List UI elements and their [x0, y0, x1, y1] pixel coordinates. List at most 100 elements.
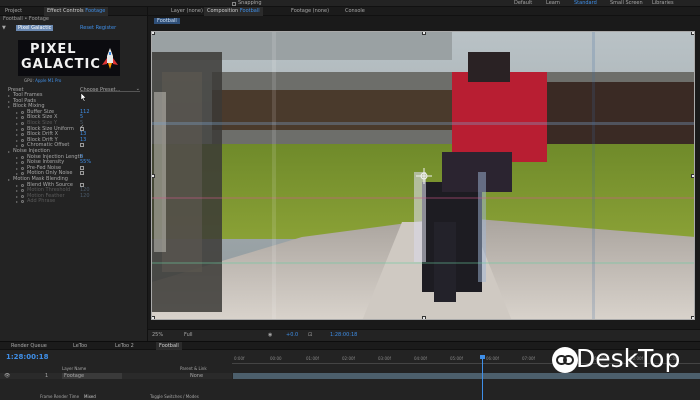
tab-layer[interactable]: Layer (none) [168, 7, 206, 16]
twirl-arrow-icon[interactable]: ▸ [8, 104, 10, 109]
stopwatch-icon[interactable] [21, 183, 24, 187]
twirl-arrow-icon[interactable]: ▸ [16, 183, 18, 188]
timeline-timecode[interactable]: 1:28:00:18 [6, 353, 49, 361]
twirl-arrow-icon[interactable]: ▸ [16, 115, 18, 120]
layer-row[interactable]: 👁 1 Footage None [0, 373, 232, 379]
preset-dropdown[interactable]: Choose Preset... ⌄ [80, 86, 140, 93]
effect-param-checkbox[interactable] [80, 171, 84, 176]
col-parent-link[interactable]: Parent & Link [180, 366, 207, 371]
tab-console[interactable]: Console [342, 7, 368, 16]
effect-param-checkbox[interactable] [80, 165, 84, 170]
stopwatch-icon[interactable] [21, 127, 24, 131]
tab-letoo-2[interactable]: LeToo 2 [112, 342, 137, 350]
transform-handle[interactable] [422, 32, 426, 35]
toggle-switches-button[interactable]: Toggle Switches / Modes [150, 394, 199, 399]
stopwatch-icon[interactable] [21, 200, 24, 204]
twirl-arrow-icon[interactable]: ▸ [16, 155, 18, 160]
layer-name[interactable]: Footage [62, 373, 122, 379]
workspace-learn[interactable]: Learn [546, 0, 560, 7]
stopwatch-icon[interactable] [21, 155, 24, 159]
tab-render-queue[interactable]: Render Queue [8, 342, 50, 350]
comp-subtab-football[interactable]: Football [154, 18, 180, 24]
twirl-arrow-icon[interactable]: ▸ [16, 138, 18, 143]
effect-param-row[interactable]: ▸ Blend With Source [0, 182, 146, 188]
twirl-arrow-icon[interactable]: ▸ [8, 177, 10, 182]
twirl-arrow-icon[interactable]: ▸ [16, 132, 18, 137]
tab-project[interactable]: Project [2, 7, 25, 16]
composition-label: Composition [207, 8, 239, 14]
workspace-small-screen[interactable]: Small Screen [610, 0, 643, 7]
tab-footage[interactable]: Footage (none) [288, 7, 332, 16]
effect-param-row[interactable]: ▸ Block Drift Y 13 [0, 137, 146, 143]
stopwatch-icon[interactable] [21, 122, 24, 125]
resolution-select[interactable]: Full [184, 332, 193, 339]
tab-effect-controls[interactable]: Effect Controls Footage [44, 7, 109, 16]
viewer-timecode[interactable]: 1:28:00:18 [330, 332, 357, 339]
effect-param-value[interactable]: 55% [80, 160, 91, 165]
exposure-value[interactable]: +0.0 [286, 332, 298, 339]
col-layer-name[interactable]: Layer Name [62, 366, 86, 371]
twirl-arrow-icon[interactable]: ▸ [8, 149, 10, 154]
stopwatch-icon[interactable] [21, 194, 24, 198]
effect-param-row[interactable]: ▸ Noise Injection Length 0 [0, 154, 146, 160]
twirl-arrow-icon[interactable]: ▸ [16, 188, 18, 193]
effect-param-row[interactable]: ▸ Block Size X5 [0, 115, 146, 121]
snapshot-icon[interactable]: ⊡ [308, 332, 312, 339]
twirl-arrow-icon[interactable]: ▸ [8, 99, 10, 104]
tab-composition[interactable]: Composition Football [204, 7, 263, 16]
twirl-arrow-icon[interactable]: ▸ [16, 166, 18, 171]
effect-param-checkbox[interactable] [80, 125, 84, 131]
stopwatch-icon[interactable] [21, 172, 24, 176]
effect-param-row[interactable]: ▸ Block Drift X 13 [0, 132, 146, 138]
tab-football-timeline[interactable]: Football [156, 342, 182, 350]
fx-reset-link[interactable]: Reset [80, 25, 94, 31]
workspace-default[interactable]: Default [514, 0, 532, 7]
effect-param-checkbox[interactable] [80, 143, 84, 148]
twirl-arrow-icon[interactable]: ▸ [16, 127, 18, 132]
effect-param-row[interactable]: ▸ Motion Mask Blending [0, 177, 146, 183]
stopwatch-icon[interactable] [21, 116, 24, 120]
twirl-arrow-icon[interactable]: ▸ [16, 110, 18, 115]
twirl-arrow-icon[interactable]: ▸ [8, 93, 10, 98]
snapping-toggle[interactable]: Snapping [232, 0, 262, 7]
twirl-arrow-icon[interactable]: ▸ [16, 121, 18, 126]
composition-viewer[interactable] [151, 31, 695, 320]
effect-param-row[interactable]: ▸ Block Mixing [0, 104, 146, 110]
stopwatch-icon[interactable] [21, 166, 24, 170]
effect-name[interactable]: Pixel Galactic [16, 25, 54, 31]
effect-param-row[interactable]: ▸ Buffer Size 112 [0, 109, 146, 115]
effect-param-row[interactable]: ▸ Noise Intensity 55% [0, 160, 146, 166]
ruler-label: 03:00f [378, 356, 391, 361]
camera-icon[interactable]: ◉ [268, 332, 272, 339]
tab-letoo[interactable]: LeToo [70, 342, 90, 350]
fx-register-link[interactable]: Register [96, 25, 117, 31]
stopwatch-icon[interactable] [21, 144, 24, 148]
twirl-arrow-icon[interactable]: ▸ [16, 160, 18, 165]
eye-icon[interactable]: 👁 [4, 373, 10, 379]
fx-twirl-icon[interactable]: ▼ [2, 25, 6, 31]
effect-param-row[interactable]: ▸ Motion Feather 120 [0, 193, 146, 199]
effect-param-checkbox[interactable] [80, 182, 84, 187]
workspace-libraries[interactable]: Libraries [652, 0, 674, 7]
layer-parent[interactable]: None [190, 373, 203, 379]
effect-param-value[interactable]: 120 [80, 193, 90, 199]
effect-param-row[interactable]: ▸ Motion Threshold 120 [0, 188, 146, 194]
transform-handle[interactable] [152, 174, 155, 178]
transform-handle[interactable] [152, 32, 155, 35]
stopwatch-icon[interactable] [21, 110, 24, 114]
frame-render-time-label: Frame Render Time [40, 394, 80, 399]
stopwatch-icon[interactable] [21, 189, 24, 193]
twirl-arrow-icon[interactable]: ▸ [16, 194, 18, 199]
twirl-arrow-icon[interactable]: ▸ [16, 199, 18, 204]
playhead[interactable] [480, 355, 485, 400]
stopwatch-icon[interactable] [21, 161, 24, 165]
effect-param-row[interactable]: ▸ Pre-Fed Noise [0, 165, 146, 171]
effect-param-value[interactable]: 13 [80, 137, 86, 143]
stopwatch-icon[interactable] [21, 138, 24, 142]
stopwatch-icon[interactable] [21, 133, 24, 137]
effect-param-row[interactable]: ▸ Block Size Uniform [0, 125, 146, 132]
zoom-level[interactable]: 25% [152, 332, 163, 339]
snapping-checkbox[interactable] [232, 1, 236, 6]
effect-param-row[interactable]: ▸ Add Phrase [0, 199, 146, 205]
workspace-standard[interactable]: Standard [574, 0, 597, 7]
